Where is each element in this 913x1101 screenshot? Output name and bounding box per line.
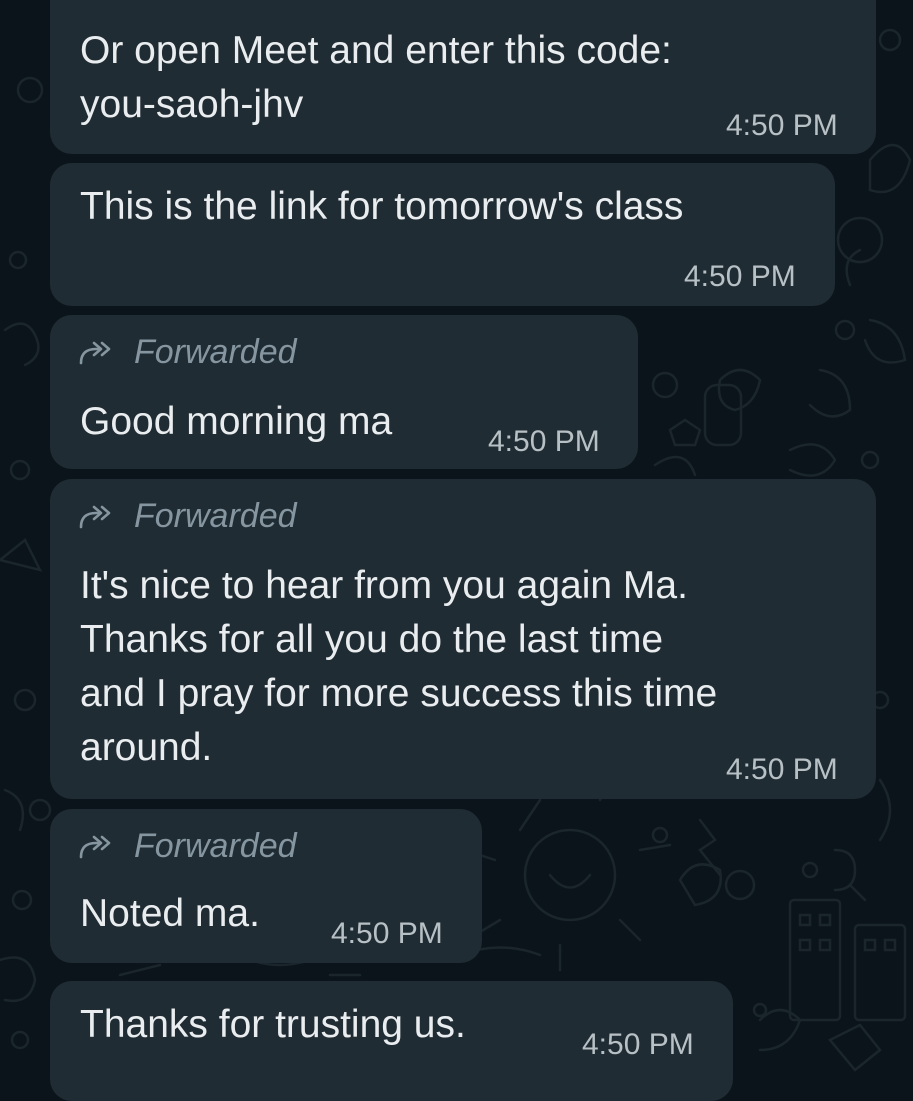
message-text: This is the link for tomorrow's class	[80, 185, 684, 228]
message-bubble-thanks[interactable]: Thanks for trusting us. 4:50 PM	[50, 981, 733, 1101]
forwarded-text: Forwarded	[134, 827, 297, 865]
forwarded-text: Forwarded	[134, 497, 297, 535]
message-timestamp: 4:50 PM	[582, 1028, 694, 1061]
message-timestamp: 4:50 PM	[331, 917, 443, 950]
message-bubble-meet-code[interactable]: Or open Meet and enter this code: you-sa…	[50, 0, 876, 154]
message-timestamp: 4:50 PM	[726, 753, 838, 786]
message-timestamp: 4:50 PM	[684, 260, 796, 293]
forwarded-label: Forwarded	[78, 496, 297, 536]
message-bubble-forwarded[interactable]: Forwarded Good morning ma 4:50 PM	[50, 315, 638, 469]
message-text: Thanks for all you do the last time	[80, 618, 664, 661]
message-text: It's nice to hear from you again Ma.	[80, 564, 688, 607]
message-timestamp: 4:50 PM	[726, 109, 838, 142]
forwarded-arrow-icon	[79, 505, 111, 529]
message-text: around.	[80, 726, 213, 769]
forwarded-label: Forwarded	[78, 826, 297, 866]
message-text: Or open Meet and enter this code:	[80, 29, 672, 72]
forwarded-label: Forwarded	[78, 332, 297, 372]
forwarded-arrow-icon	[79, 835, 111, 859]
forwarded-text: Forwarded	[134, 333, 297, 371]
message-text: Noted ma.	[80, 892, 260, 935]
message-bubble-class-link[interactable]: This is the link for tomorrow's class 4:…	[50, 163, 835, 306]
message-text: and I pray for more success this time	[80, 672, 718, 715]
message-bubble-forwarded[interactable]: Forwarded It's nice to hear from you aga…	[50, 479, 876, 799]
message-text: Good morning ma	[80, 400, 393, 443]
message-text: Thanks for trusting us.	[80, 1003, 466, 1046]
message-timestamp: 4:50 PM	[488, 425, 600, 458]
message-text: you-saoh-jhv	[80, 83, 304, 126]
forwarded-arrow-icon	[79, 341, 111, 365]
message-bubble-forwarded[interactable]: Forwarded Noted ma. 4:50 PM	[50, 809, 482, 963]
